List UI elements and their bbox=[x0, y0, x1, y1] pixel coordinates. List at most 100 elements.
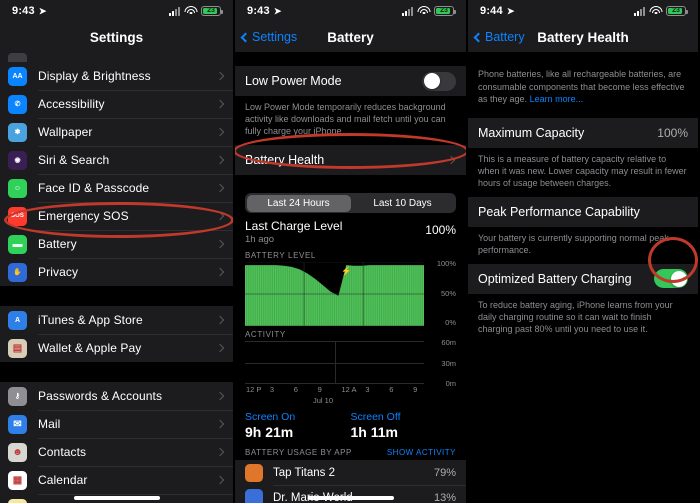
battery-scroll-area[interactable]: Low Power Mode Low Power Mode temporaril… bbox=[235, 52, 466, 503]
sidebar-item-label: Emergency SOS bbox=[38, 209, 129, 223]
back-button-label: Battery bbox=[485, 30, 525, 44]
phone-panel-battery-health: 9:44 ➤ 23 Battery Battery Health Phone b… bbox=[466, 0, 698, 503]
screen-time-summary: Screen On 9h 21m Screen Off 1h 11m bbox=[235, 405, 466, 444]
sidebar-item-label: iTunes & App Store bbox=[38, 313, 143, 327]
battery-level-plot: ⚡ bbox=[245, 262, 424, 326]
back-button-settings[interactable]: Settings bbox=[240, 30, 298, 44]
battery-status-icon: 23 bbox=[201, 6, 223, 16]
sidebar-item-privacy[interactable]: ✋ Privacy bbox=[0, 258, 233, 286]
activity-xtick: 3 bbox=[269, 385, 275, 394]
sidebar-item-mail[interactable]: ✉ Mail bbox=[0, 410, 233, 438]
status-bar: 9:43 ➤ 23 bbox=[0, 0, 233, 22]
sidebar-item-emergency-sos[interactable]: SOS Emergency SOS bbox=[0, 202, 233, 230]
passwords-icon: ⚷ bbox=[8, 386, 27, 406]
low-power-mode-toggle[interactable] bbox=[422, 71, 456, 91]
contacts-icon: ☻ bbox=[8, 442, 27, 462]
activity-xtick: 3 bbox=[365, 385, 370, 394]
sidebar-item-accessibility[interactable]: ✆ Accessibility bbox=[0, 90, 233, 118]
segment-last-24-hours[interactable]: Last 24 Hours bbox=[246, 194, 351, 212]
sidebar-item-display-brightness[interactable]: AA Display & Brightness bbox=[0, 62, 233, 90]
time-range-segmented-control[interactable]: Last 24 Hours Last 10 Days bbox=[245, 193, 456, 213]
activity-plot bbox=[245, 341, 424, 384]
sidebar-item-label: Mail bbox=[38, 417, 61, 431]
app-battery-percent: 13% bbox=[433, 491, 456, 503]
activity-ytick-30m: 30m bbox=[441, 359, 456, 368]
settings-scroll-area[interactable]: AA Display & Brightness ✆ Accessibility ❃ Wal… bbox=[0, 52, 233, 503]
screen-off-value: 1h 11m bbox=[350, 424, 398, 440]
accessibility-icon: ✆ bbox=[8, 94, 27, 114]
page-title: Battery bbox=[327, 29, 374, 45]
battery-level-ytick-0: 0% bbox=[445, 318, 456, 327]
battery-level-ytick-50: 50% bbox=[440, 289, 456, 298]
optimized-battery-charging-toggle[interactable] bbox=[654, 269, 688, 288]
sidebar-item-partial-above[interactable] bbox=[0, 52, 233, 62]
chevron-right-icon bbox=[215, 155, 225, 165]
status-time: 9:44 bbox=[480, 5, 503, 17]
section-spacer bbox=[235, 175, 466, 185]
face-id-icon: ☺ bbox=[8, 178, 27, 198]
maximum-capacity-row: Maximum Capacity 100% bbox=[468, 117, 698, 148]
list-item[interactable]: Dr. Mario World13% bbox=[235, 485, 466, 503]
status-bar: 9:43 ➤ 23 bbox=[235, 0, 466, 22]
activity-xtick: 12 P bbox=[246, 385, 262, 394]
screen-on-block: Screen On 9h 21m bbox=[245, 411, 351, 440]
back-button-label: Settings bbox=[252, 30, 298, 44]
battery-usage-header: BATTERY USAGE BY APP SHOW ACTIVITY bbox=[235, 444, 466, 460]
chevron-right-icon bbox=[446, 155, 456, 165]
battery-status-icon: 23 bbox=[666, 6, 688, 16]
page-title: Settings bbox=[89, 29, 144, 45]
list-item[interactable]: Tap Titans 2 79% bbox=[235, 460, 466, 485]
svg-text:⚡: ⚡ bbox=[341, 266, 352, 277]
activity-xtick: 12 A bbox=[341, 385, 357, 394]
peak-performance-label: Peak Performance Capability bbox=[478, 204, 640, 219]
sidebar-item-label: Contacts bbox=[38, 445, 87, 459]
notes-icon: ▤ bbox=[8, 498, 27, 503]
peak-performance-row: Peak Performance Capability bbox=[468, 196, 698, 227]
sidebar-item-siri-search[interactable]: ◉ Siri & Search bbox=[0, 146, 233, 174]
learn-more-link[interactable]: Learn more... bbox=[530, 94, 584, 104]
last-charge-subtitle: 1h ago bbox=[245, 234, 275, 245]
maximum-capacity-label: Maximum Capacity bbox=[478, 125, 585, 140]
home-indicator bbox=[73, 496, 160, 500]
back-button-battery[interactable]: Battery bbox=[473, 30, 525, 44]
chevron-right-icon bbox=[215, 419, 225, 429]
sidebar-item-passwords-accounts[interactable]: ⚷ Passwords & Accounts bbox=[0, 382, 233, 410]
location-arrow-icon: ➤ bbox=[273, 5, 282, 16]
activity-chart: 60m 30m 0m 12 P 3 6 9 12 A 3 6 9 bbox=[245, 338, 456, 397]
activity-xtick: 9 bbox=[317, 385, 322, 394]
activity-xtick: 6 bbox=[293, 385, 298, 394]
sidebar-item-calendar[interactable]: ▦ Calendar bbox=[0, 466, 233, 494]
nav-bar-settings: Settings bbox=[0, 22, 233, 52]
page-title: Battery Health bbox=[537, 29, 629, 45]
screen-on-label: Screen On bbox=[245, 411, 296, 423]
sidebar-item-wallpaper[interactable]: ❃ Wallpaper bbox=[0, 118, 233, 146]
emergency-sos-icon: SOS bbox=[8, 206, 27, 226]
battery-health-row[interactable]: Battery Health bbox=[235, 145, 466, 175]
sidebar-item-face-id-passcode[interactable]: ☺ Face ID & Passcode bbox=[0, 174, 233, 202]
optimized-battery-charging-label: Optimized Battery Charging bbox=[478, 271, 632, 286]
optimized-battery-charging-row[interactable]: Optimized Battery Charging bbox=[468, 263, 698, 294]
last-charge-title: Last Charge Level bbox=[245, 219, 343, 233]
sidebar-item-label: Wallpaper bbox=[38, 125, 93, 139]
battery-health-scroll-area[interactable]: Phone batteries, like all rechargeable b… bbox=[468, 52, 698, 503]
cellular-signal-icon bbox=[169, 6, 180, 16]
sidebar-item-label: Accessibility bbox=[38, 97, 105, 111]
settings-group-2: AiTunes & App Store ▤ Wallet & Apple Pay bbox=[0, 306, 233, 362]
cellular-signal-icon bbox=[402, 6, 413, 16]
wallet-icon: ▤ bbox=[8, 338, 27, 358]
activity-xtick: 9 bbox=[413, 385, 418, 394]
display-brightness-icon: AA bbox=[8, 66, 27, 86]
phone-panel-battery: 9:43 ➤ 23 Settings Battery Low Power Mod… bbox=[233, 0, 466, 503]
sidebar-item-contacts[interactable]: ☻ Contacts bbox=[0, 438, 233, 466]
sidebar-item-itunes-app-store[interactable]: AiTunes & App Store bbox=[0, 306, 233, 334]
low-power-mode-row[interactable]: Low Power Mode bbox=[235, 66, 466, 96]
battery-status-text: 23 bbox=[672, 7, 680, 14]
sidebar-item-wallet-apple-pay[interactable]: ▤ Wallet & Apple Pay bbox=[0, 334, 233, 362]
sidebar-item-label: Wallet & Apple Pay bbox=[38, 341, 142, 355]
show-activity-button[interactable]: SHOW ACTIVITY bbox=[387, 448, 456, 457]
segment-last-10-days[interactable]: Last 10 Days bbox=[351, 195, 455, 212]
sidebar-item-battery[interactable]: ▬ Battery bbox=[0, 230, 233, 258]
battery-level-ytick-100: 100% bbox=[436, 259, 456, 268]
last-charge-level-row: Last Charge Level 1h ago 100% bbox=[235, 213, 466, 247]
battery-health-label: Battery Health bbox=[245, 153, 325, 167]
